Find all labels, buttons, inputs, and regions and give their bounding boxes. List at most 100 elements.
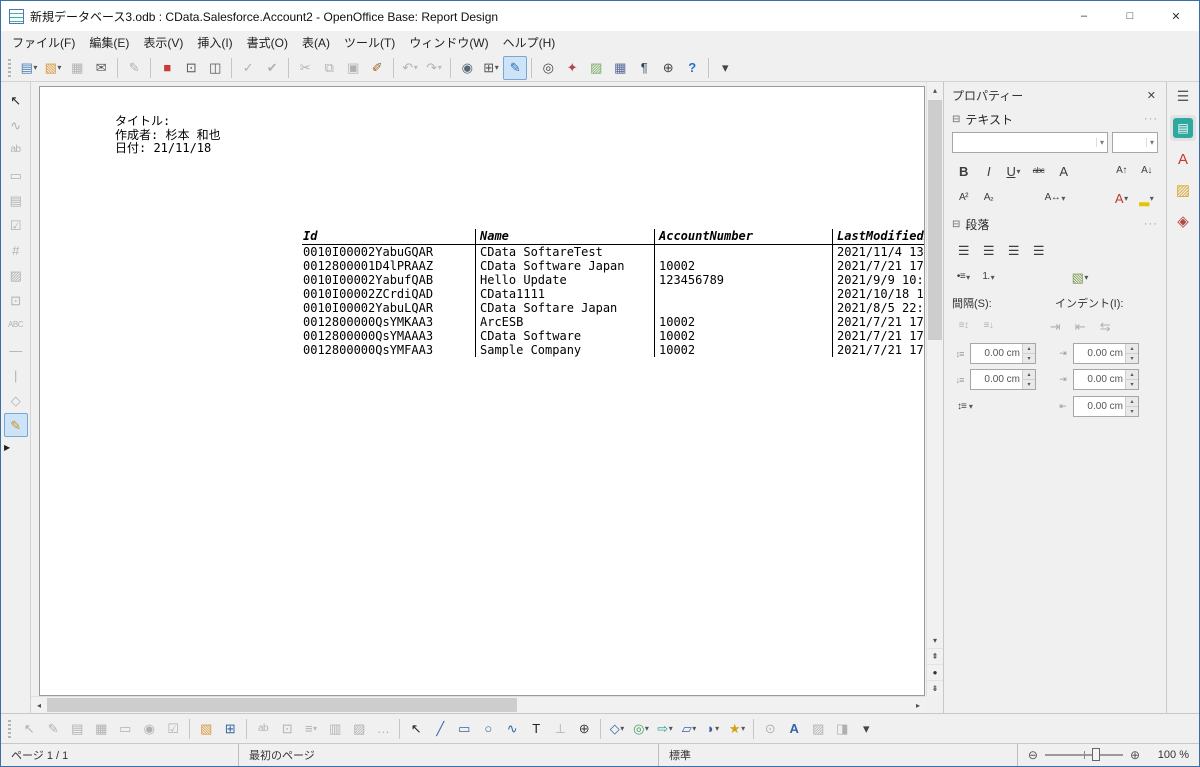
superscript-button[interactable]: A² (952, 187, 975, 209)
report-page[interactable]: タイトル: 作成者: 杉本 和也 日付: 21/11/18 IdNameAcco… (39, 86, 925, 696)
close-button[interactable]: ✕ (1153, 1, 1199, 31)
spinner-up-icon[interactable]: ▴ (1126, 370, 1138, 380)
text-box-tool[interactable]: T (524, 717, 548, 741)
left-toolbar-overflow-icon[interactable]: ▶ (1, 437, 30, 452)
text-section-header[interactable]: ⊟ テキスト ··· (952, 108, 1158, 130)
spacing-above-spinner[interactable]: 0.00 cm ▴▾ (970, 343, 1036, 364)
menu-format[interactable]: 書式(O) (240, 31, 295, 54)
spinner-up-icon[interactable]: ▴ (1126, 397, 1138, 407)
zoom-level[interactable]: 100 % (1147, 749, 1189, 761)
symbol-shapes-button[interactable]: ◎▾ (629, 717, 653, 741)
horizontal-scrollbar-thumb[interactable] (47, 698, 517, 712)
freeform-line-tool[interactable]: ∿ (500, 717, 524, 741)
navigation-dot-button[interactable]: ● (927, 664, 943, 680)
find-replace-button[interactable]: ◎ (536, 56, 560, 80)
line-tool[interactable]: ╱ (428, 717, 452, 741)
page-name-indicator[interactable]: 最初のページ (239, 744, 659, 766)
help-button[interactable]: ? (680, 56, 704, 80)
vertical-scrollbar[interactable]: ▴ ▾ ⇞ ● ⇟ (926, 82, 943, 696)
paragraph-section-header[interactable]: ⊟ 段落 ··· (952, 213, 1158, 235)
scroll-up-icon[interactable]: ▴ (927, 82, 943, 98)
vertical-scroll-track[interactable] (927, 98, 943, 632)
spinner-down-icon[interactable]: ▾ (1126, 407, 1138, 416)
spinner-down-icon[interactable]: ▾ (1023, 354, 1035, 363)
text-section-more-icon[interactable]: ··· (1144, 113, 1158, 125)
bold-button[interactable]: B (952, 160, 975, 182)
fontwork-button[interactable]: A (782, 717, 806, 741)
toolbar-handle[interactable] (6, 720, 12, 738)
ellipse-tool[interactable]: ○ (476, 717, 500, 741)
design-mode-button[interactable]: ✎ (503, 56, 527, 80)
align-justify-button[interactable]: ☰ (1027, 239, 1050, 261)
form-navigator-button[interactable]: ▧ (194, 717, 218, 741)
toolbar-options-button[interactable]: ▾ (713, 56, 737, 80)
select-tool-button[interactable]: ↖ (4, 88, 28, 112)
shadow-button[interactable]: A (1052, 160, 1075, 182)
spinner-down-icon[interactable]: ▾ (1023, 380, 1035, 389)
report-navigator-button[interactable]: ✎ (4, 413, 28, 437)
scroll-down-icon[interactable]: ▾ (927, 632, 943, 648)
previous-page-button[interactable]: ⇞ (927, 648, 943, 664)
zoom-panel-button[interactable]: ⊕ (572, 717, 596, 741)
navigator-button[interactable]: ✦ (560, 56, 584, 80)
highlight-color-button[interactable]: ▂▾ (1135, 187, 1158, 209)
spinner-up-icon[interactable]: ▴ (1023, 370, 1035, 380)
paragraph-background-color-button[interactable]: ▧▾ (1069, 266, 1092, 288)
add-field-button[interactable]: ⊞ (218, 717, 242, 741)
numbered-list-button[interactable]: 1.▾ (977, 266, 1000, 288)
toolbar-handle[interactable] (6, 59, 12, 77)
new-document-button[interactable]: ▤▾ (17, 56, 41, 80)
menu-help[interactable]: ヘルプ(H) (496, 31, 563, 54)
styles-deck-tab[interactable]: A (1170, 146, 1196, 172)
bullet-list-button[interactable]: •≡▾ (952, 266, 975, 288)
chevron-down-icon[interactable]: ▾ (1096, 138, 1104, 147)
menu-tools[interactable]: ツール(T) (337, 31, 402, 54)
rectangle-tool[interactable]: ▭ (452, 717, 476, 741)
minimize-button[interactable]: – (1061, 1, 1107, 31)
increase-font-button[interactable]: A↑ (1110, 160, 1133, 182)
font-color-button[interactable]: A▾ (1110, 187, 1133, 209)
align-center-button[interactable]: ☰ (977, 239, 1000, 261)
chevron-down-icon[interactable]: ▾ (1146, 138, 1154, 147)
vertical-scrollbar-thumb[interactable] (928, 100, 942, 340)
subscript-button[interactable]: A₂ (977, 187, 1000, 209)
font-name-combobox[interactable]: ▾ (952, 132, 1108, 153)
horizontal-scroll-track[interactable] (517, 697, 910, 713)
align-right-button[interactable]: ☰ (1002, 239, 1025, 261)
print-button[interactable]: ⊡ (179, 56, 203, 80)
line-spacing-button[interactable]: ↕≡ ▾ (952, 395, 978, 417)
horizontal-scrollbar[interactable]: ◂ ▸ (31, 696, 926, 713)
basic-shapes-button[interactable]: ◇▾ (605, 717, 629, 741)
drawing-select-button[interactable]: ↖ (404, 717, 428, 741)
zoom-slider[interactable] (1045, 754, 1123, 756)
paragraph-section-more-icon[interactable]: ··· (1144, 218, 1158, 230)
stars-button[interactable]: ★▾ (725, 717, 749, 741)
menu-view[interactable]: 表示(V) (136, 31, 190, 54)
hyperlink-button[interactable]: ◉ (455, 56, 479, 80)
formatting-marks-button[interactable]: ¶ (632, 56, 656, 80)
insert-table-button[interactable]: ⊞▾ (479, 56, 503, 80)
spinner-up-icon[interactable]: ▴ (1023, 344, 1035, 354)
indent-after-spinner[interactable]: 0.00 cm ▴▾ (1073, 369, 1139, 390)
sidebar-menu-icon[interactable]: ☰ (1177, 88, 1190, 105)
collapse-icon[interactable]: ⊟ (952, 219, 960, 230)
scroll-left-icon[interactable]: ◂ (31, 697, 47, 713)
spinner-up-icon[interactable]: ▴ (1126, 344, 1138, 354)
menu-file[interactable]: ファイル(F) (5, 31, 82, 54)
menu-insert[interactable]: 挿入(I) (190, 31, 239, 54)
collapse-icon[interactable]: ⊟ (952, 114, 960, 125)
properties-deck-tab[interactable]: ▤ (1170, 115, 1196, 141)
gallery-deck-tab[interactable]: ▨ (1170, 177, 1196, 203)
indent-before-spinner[interactable]: 0.00 cm ▴▾ (1073, 343, 1139, 364)
decrease-font-button[interactable]: A↓ (1135, 160, 1158, 182)
open-file-button[interactable]: ▧▾ (41, 56, 65, 80)
zoom-button[interactable]: ⊕ (656, 56, 680, 80)
gallery-button[interactable]: ▨ (584, 56, 608, 80)
maximize-button[interactable]: □ (1107, 1, 1153, 31)
menu-edit[interactable]: 編集(E) (82, 31, 136, 54)
spinner-down-icon[interactable]: ▾ (1126, 354, 1138, 363)
next-page-button[interactable]: ⇟ (927, 680, 943, 696)
export-pdf-button[interactable]: ■ (155, 56, 179, 80)
character-spacing-button[interactable]: A↔▾ (1043, 187, 1068, 209)
scroll-right-icon[interactable]: ▸ (910, 697, 926, 713)
